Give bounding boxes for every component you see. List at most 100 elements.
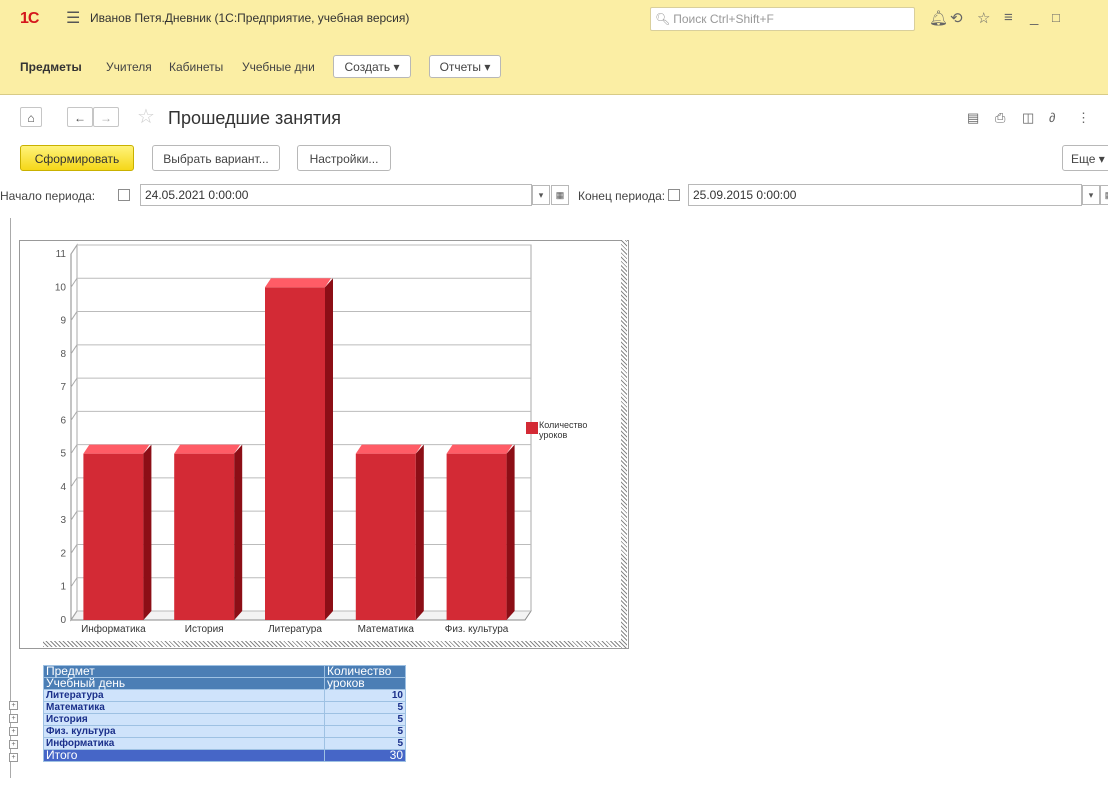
y-tick-label: 4 [60, 482, 66, 493]
app-logo[interactable]: 1С [20, 10, 39, 28]
expand-icon[interactable]: + [9, 714, 18, 723]
chevron-down-icon: ▾ [393, 60, 400, 74]
history-icon[interactable]: ⟲ [950, 9, 963, 27]
y-tick-label: 10 [55, 282, 67, 293]
legend-swatch [526, 422, 538, 434]
table-row[interactable]: Литература 10 [43, 689, 406, 702]
dropdown-button[interactable]: ▾ [532, 185, 550, 205]
chart-bar-side [325, 278, 333, 620]
forward-button[interactable]: → [93, 107, 119, 127]
legend-label: Количество [539, 420, 587, 430]
favorites-icon[interactable]: ☆ [977, 9, 990, 27]
chart-bar-top [355, 444, 422, 454]
nav-item-subjects[interactable]: Предметы [20, 60, 82, 74]
page-title: Прошедшие занятия [168, 108, 342, 128]
more-label: Еще [1071, 152, 1096, 166]
chart-bar [174, 453, 235, 620]
chart-bar [355, 453, 416, 620]
chart-frame-border [621, 240, 627, 648]
back-button[interactable]: ← [67, 107, 93, 127]
total-value: 30 [324, 749, 406, 762]
expand-icon[interactable]: + [9, 701, 18, 710]
expand-icon[interactable]: + [9, 727, 18, 736]
main-menu-icon[interactable]: ☰ [66, 8, 80, 28]
table-header-row: Учебный день уроков [43, 677, 406, 690]
more-vert-icon[interactable]: ⋮ [1077, 110, 1090, 126]
chart-bar [265, 287, 325, 620]
y-tick-label: 5 [60, 449, 66, 460]
row-name: Литература [43, 689, 325, 702]
link-icon[interactable]: ∂ [1049, 110, 1055, 125]
row-value: 10 [324, 689, 406, 702]
column-header: Учебный день [43, 677, 325, 690]
chart-bar-top [83, 444, 150, 454]
report-table: Предмет Количество Учебный день уроков Л… [43, 665, 406, 762]
y-tick-label: 3 [60, 515, 66, 526]
period-start-field[interactable]: 24.05.2021 0:00:00 [140, 184, 532, 206]
y-tick-label: 11 [56, 249, 67, 260]
chart-bar-side [415, 444, 424, 620]
dropdown-button[interactable]: ▾ [1082, 185, 1100, 205]
column-header: уроков [324, 677, 406, 690]
more-button[interactable]: Еще ▾ [1062, 145, 1108, 171]
create-button[interactable]: Создать ▾ [333, 55, 411, 78]
legend-label: уроков [539, 430, 567, 440]
x-tick-label: Литература [268, 624, 322, 635]
maximize-icon[interactable]: □ [1052, 10, 1060, 25]
table-row[interactable]: Математика 5 [43, 701, 406, 714]
row-value: 5 [324, 701, 406, 714]
table-row[interactable]: Информатика 5 [43, 737, 406, 750]
home-icon[interactable]: ⌂ [20, 107, 42, 127]
period-end-checkbox[interactable] [668, 189, 680, 201]
save-icon[interactable]: ▤ [967, 110, 979, 126]
favorite-star-icon[interactable]: ☆ [137, 104, 155, 129]
row-name: Математика [43, 701, 325, 714]
chart-bar-side [234, 444, 243, 620]
row-name: Физ. культура [43, 725, 325, 738]
x-tick-label: История [185, 624, 224, 635]
choose-variant-button[interactable]: Выбрать вариант... [152, 145, 280, 171]
search-placeholder: Поиск Ctrl+Shift+F [673, 12, 774, 26]
calendar-icon[interactable]: ▦ [551, 185, 569, 205]
calendar-icon[interactable]: ▦ [1100, 185, 1108, 205]
chart-bar [83, 453, 144, 620]
row-name: Информатика [43, 737, 325, 750]
period-start-checkbox[interactable] [118, 189, 130, 201]
section-nav: Предметы Учителя Кабинеты Учебные дни Со… [0, 36, 1108, 95]
row-name: История [43, 713, 325, 726]
print-icon[interactable]: ⎙ [995, 110, 1005, 126]
bell-icon[interactable]: 🔔︎ [929, 9, 948, 27]
table-row[interactable]: История 5 [43, 713, 406, 726]
minimize-icon[interactable]: _ [1030, 9, 1038, 26]
reports-button[interactable]: Отчеты ▾ [429, 55, 501, 78]
nav-item-teachers[interactable]: Учителя [106, 60, 152, 74]
chart-bar-side [506, 444, 515, 620]
y-tick-label: 2 [60, 548, 66, 559]
chevron-down-icon: ▾ [484, 60, 491, 74]
chart-frame-border [43, 641, 627, 647]
chart-bar-top [265, 278, 331, 288]
row-value: 5 [324, 725, 406, 738]
settings-button[interactable]: Настройки... [297, 145, 391, 171]
period-end-label: Конец периода: [578, 189, 666, 203]
chart-bar-top [174, 444, 241, 454]
total-row: Итого 30 [43, 749, 406, 762]
chart-bar-top [446, 444, 513, 454]
x-tick-label: Математика [358, 624, 415, 635]
nav-item-school-days[interactable]: Учебные дни [242, 60, 315, 74]
preview-icon[interactable]: ◫ [1022, 110, 1034, 126]
search-input[interactable]: 🔍︎ Поиск Ctrl+Shift+F [650, 7, 915, 31]
menu-lines-icon[interactable]: ≡ [1004, 9, 1013, 26]
title-bar: 1С ☰ Иванов Петя.Дневник (1С:Предприятие… [0, 0, 1108, 37]
nav-item-classrooms[interactable]: Кабинеты [169, 60, 223, 74]
generate-button[interactable]: Сформировать [20, 145, 134, 171]
row-value: 5 [324, 713, 406, 726]
expand-icon[interactable]: + [9, 753, 18, 762]
period-end-field[interactable]: 25.09.2015 0:00:00 [688, 184, 1082, 206]
y-tick-label: 6 [60, 415, 66, 426]
table-row[interactable]: Физ. культура 5 [43, 725, 406, 738]
expand-icon[interactable]: + [9, 740, 18, 749]
y-tick-label: 8 [60, 349, 66, 360]
y-tick-label: 1 [60, 582, 66, 593]
y-tick-label: 9 [60, 316, 66, 327]
